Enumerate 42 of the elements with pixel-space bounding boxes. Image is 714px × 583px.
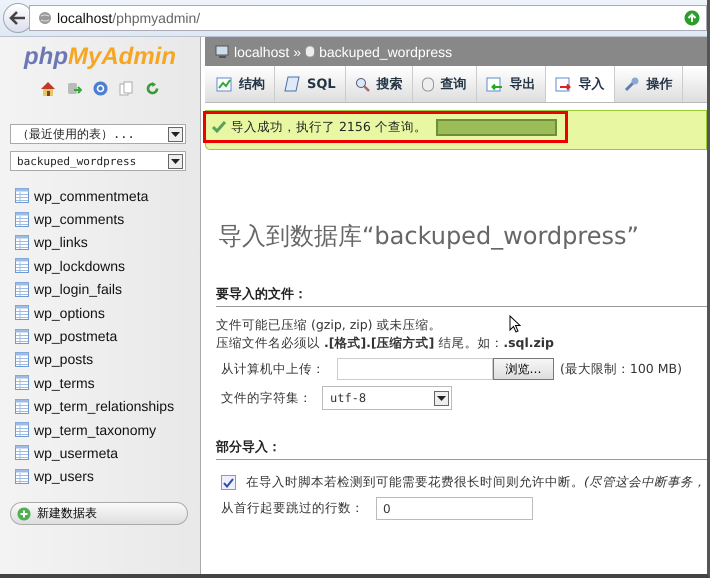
tab[interactable]: 导入	[546, 66, 615, 102]
phpmyadmin-logo[interactable]: phpMyAdmin	[10, 43, 190, 71]
table-link[interactable]: wp_comments	[34, 211, 124, 228]
file-name-note: 压缩文件名必须以 .[格式].[压缩方式] 结尾。如：.sql.zip	[216, 335, 554, 352]
tab[interactable]: 查询	[412, 66, 477, 102]
table-link[interactable]: wp_usermeta	[34, 444, 118, 461]
new-table-button[interactable]: 新建数据表	[10, 502, 188, 526]
field-label: 文件的字符集：	[221, 390, 312, 406]
table-link[interactable]: wp_commentmeta	[34, 188, 148, 204]
tab[interactable]: 导出	[476, 66, 546, 102]
table-link[interactable]: wp_users	[34, 468, 94, 484]
size-limit-text: (最大限制：100 MB)	[560, 360, 682, 378]
field-label: 从首行起要跳过的行数：	[221, 500, 364, 517]
table-link[interactable]: wp_options	[34, 304, 105, 321]
recent-tables-select[interactable]: （最近使用的表）...	[10, 124, 186, 144]
success-message: 导入成功，执行了 2156 个查询。	[231, 118, 427, 136]
table-link[interactable]: wp_term_relationships	[34, 398, 174, 414]
page-heading: 导入到数据库“backuped_wordpress”	[218, 221, 640, 252]
table-link[interactable]: wp_lockdowns	[34, 258, 126, 274]
section-heading: 要导入的文件：	[216, 285, 707, 307]
tab[interactable]: SQL	[275, 66, 346, 102]
checkbox-label: 在导入时脚本若检测到可能需要花费很长时间则允许中断。(尽管这会中断事务，	[246, 474, 706, 491]
tab[interactable]: 搜索	[346, 66, 413, 102]
database-select[interactable]: backuped_wordpress	[10, 151, 186, 171]
section-heading: 部分导入：	[216, 438, 707, 460]
breadcrumb-separator: »	[293, 44, 302, 60]
skip-rows-field[interactable]: 0	[376, 497, 533, 520]
table-link[interactable]: wp_term_taxonomy	[34, 422, 156, 438]
charset-select[interactable]: utf-8	[322, 386, 452, 410]
table-link[interactable]: wp_postmeta	[34, 328, 118, 344]
address-bar[interactable]: localhost/phpmyadmin/	[29, 5, 707, 31]
tab[interactable]: 结构	[207, 66, 275, 102]
compression-note: 文件可能已压缩 (gzip, zip) 或未压缩。	[216, 317, 442, 334]
table-link[interactable]: wp_links	[34, 234, 88, 250]
tab[interactable]: 操作	[614, 66, 683, 102]
table-link[interactable]: wp_posts	[34, 351, 94, 368]
field-label: 从计算机中上传：	[221, 360, 325, 378]
browse-button[interactable]: 浏览…	[493, 358, 554, 380]
server-link[interactable]: localhost	[234, 44, 290, 60]
database-link[interactable]: backuped_wordpress	[319, 44, 452, 60]
table-link[interactable]: wp_login_fails	[34, 281, 122, 298]
table-link[interactable]: wp_terms	[34, 374, 95, 391]
